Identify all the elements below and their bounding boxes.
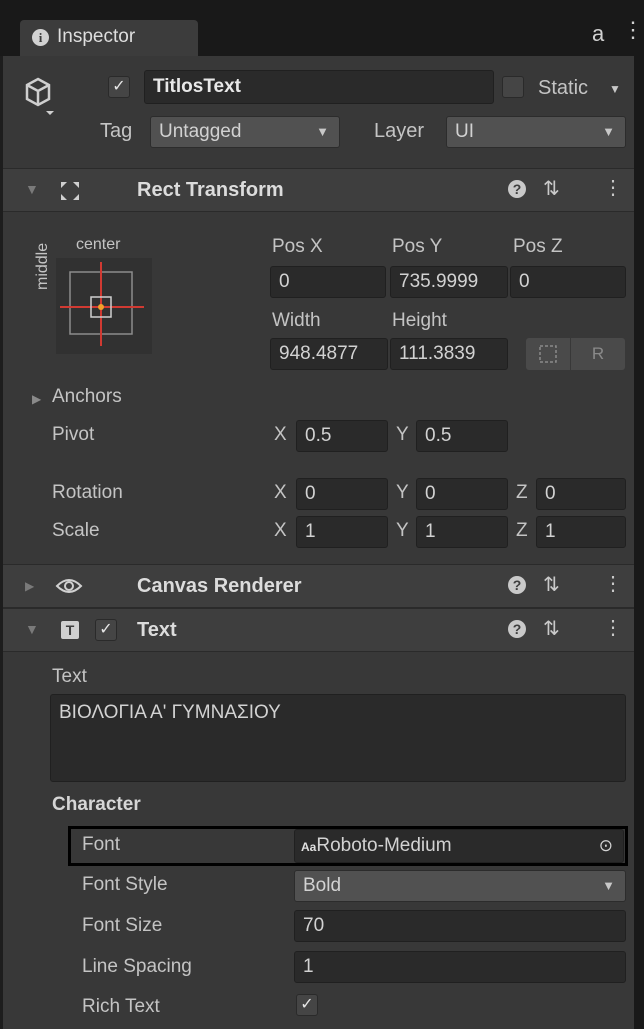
foldout-arrow-icon[interactable]: ▼ [25, 181, 39, 197]
text-component-header[interactable]: ▼ T ✓ Text ? ⇅ ⋮ [3, 608, 634, 652]
anchors-label[interactable]: Anchors [52, 386, 122, 408]
rich-text-label: Rich Text [82, 996, 160, 1017]
pivot-label: Pivot [52, 424, 95, 445]
raw-edit-button[interactable]: R [571, 338, 625, 370]
eye-icon [55, 579, 83, 593]
tab-inspector-label: Inspector [57, 26, 136, 47]
layer-dropdown[interactable]: UI ▼ [446, 116, 626, 148]
preset-icon[interactable]: ⇅ [543, 572, 560, 597]
help-icon[interactable]: ? [508, 620, 526, 638]
chevron-down-icon: ▼ [316, 124, 329, 139]
object-name-input[interactable]: TitlosText [144, 70, 494, 104]
pivot-x-input[interactable]: 0.5 [296, 420, 388, 452]
preset-icon[interactable]: ⇅ [543, 176, 560, 201]
cube-icon [25, 77, 54, 115]
canvas-renderer-title: Canvas Renderer [137, 575, 302, 597]
pivot-y-input[interactable]: 0.5 [416, 420, 508, 452]
component-menu-icon[interactable]: ⋮ [603, 571, 623, 596]
static-checkbox[interactable] [502, 76, 524, 98]
anchors-foldout-icon[interactable]: ▶ [32, 392, 41, 406]
rotation-z-label: Z [516, 482, 528, 503]
height-label: Height [392, 310, 447, 331]
blueprint-icon [539, 345, 557, 363]
canvas-renderer-header[interactable]: ▶ Canvas Renderer ? ⇅ ⋮ [3, 564, 634, 608]
scale-y-label: Y [396, 520, 409, 541]
help-icon[interactable]: ? [508, 180, 526, 198]
pivot-x-label: X [274, 424, 287, 445]
tag-value: Untagged [159, 121, 242, 142]
font-style-label: Font Style [82, 874, 168, 895]
rect-transform-icon [61, 182, 79, 200]
font-asset-icon: Aa [301, 840, 317, 854]
font-size-label: Font Size [82, 915, 163, 936]
blueprint-mode-button[interactable] [526, 338, 570, 370]
rotation-z-input[interactable]: 0 [536, 478, 626, 510]
text-value-textarea[interactable]: ΒΙΟΛΟΓΙΑ Α' ΓΥΜΝΑΣΙΟΥ [50, 694, 626, 782]
chevron-down-icon: ▼ [602, 878, 615, 893]
font-value: Roboto-Medium [316, 835, 452, 856]
chevron-down-icon: ▼ [602, 124, 615, 139]
pos-z-label: Pos Z [513, 236, 563, 257]
scale-label: Scale [52, 520, 100, 541]
rich-text-checkbox[interactable]: ✓ [296, 994, 318, 1016]
anchor-preset-button[interactable] [56, 258, 152, 354]
static-label[interactable]: Static [538, 77, 588, 100]
pos-x-label: Pos X [272, 236, 323, 257]
height-input[interactable]: 111.3839 [390, 338, 508, 370]
rect-transform-title: Rect Transform [137, 179, 284, 201]
foldout-arrow-icon[interactable]: ▼ [25, 621, 39, 637]
rect-transform-header[interactable]: ▼ Rect Transform ? ⇅ ⋮ [3, 168, 634, 212]
text-field-label: Text [52, 666, 87, 687]
pivot-y-label: Y [396, 424, 409, 445]
text-component-icon: T [61, 621, 79, 639]
pos-x-input[interactable]: 0 [270, 266, 386, 298]
scale-x-input[interactable]: 1 [296, 516, 388, 548]
rotation-y-label: Y [396, 482, 409, 503]
rotation-x-input[interactable]: 0 [296, 478, 388, 510]
tab-inspector[interactable]: i Inspector [20, 20, 198, 56]
font-style-value: Bold [303, 875, 342, 896]
info-icon: i [32, 29, 49, 46]
scale-z-input[interactable]: 1 [536, 516, 626, 548]
layer-value: UI [455, 121, 474, 142]
tag-label: Tag [100, 120, 133, 142]
line-spacing-label: Line Spacing [82, 956, 192, 977]
foldout-arrow-icon[interactable]: ▶ [25, 579, 34, 593]
component-menu-icon[interactable]: ⋮ [603, 615, 623, 640]
pos-z-input[interactable]: 0 [510, 266, 626, 298]
rotation-label: Rotation [52, 482, 123, 503]
anchor-preset-v-label: middle [34, 242, 51, 290]
width-input[interactable]: 948.4877 [270, 338, 388, 370]
object-picker-icon[interactable]: ⊙ [599, 830, 613, 862]
lock-icon[interactable]: a [592, 21, 604, 47]
preset-icon[interactable]: ⇅ [543, 616, 560, 641]
help-icon[interactable]: ? [508, 576, 526, 594]
scale-z-label: Z [516, 520, 528, 541]
rotation-x-label: X [274, 482, 287, 503]
text-enabled-checkbox[interactable]: ✓ [95, 619, 117, 641]
static-dropdown-icon[interactable]: ▼ [609, 82, 621, 96]
font-object-field[interactable]: AaRoboto-Medium ⊙ [294, 829, 624, 863]
width-label: Width [272, 310, 321, 331]
font-label: Font [82, 834, 121, 855]
rotation-y-input[interactable]: 0 [416, 478, 508, 510]
component-menu-icon[interactable]: ⋮ [603, 175, 623, 200]
character-section-label: Character [52, 794, 141, 815]
active-checkbox[interactable]: ✓ [108, 76, 130, 98]
right-scroll-gutter[interactable] [634, 56, 644, 1029]
scale-x-label: X [274, 520, 287, 541]
scale-y-input[interactable]: 1 [416, 516, 508, 548]
text-component-title: Text [137, 619, 177, 641]
line-spacing-input[interactable]: 1 [294, 951, 626, 983]
tag-dropdown[interactable]: Untagged ▼ [150, 116, 340, 148]
pos-y-input[interactable]: 735.9999 [390, 266, 508, 298]
anchor-preset-h-label: center [76, 236, 121, 253]
font-style-dropdown[interactable]: Bold ▼ [294, 870, 626, 902]
window-menu-icon[interactable]: ⋮ [622, 17, 644, 43]
pos-y-label: Pos Y [392, 236, 443, 257]
font-size-input[interactable]: 70 [294, 910, 626, 942]
layer-label: Layer [374, 120, 425, 142]
inspector-window: i Inspector a ⋮ ✓ TitlosText Static ▼ Ta… [0, 0, 644, 1029]
